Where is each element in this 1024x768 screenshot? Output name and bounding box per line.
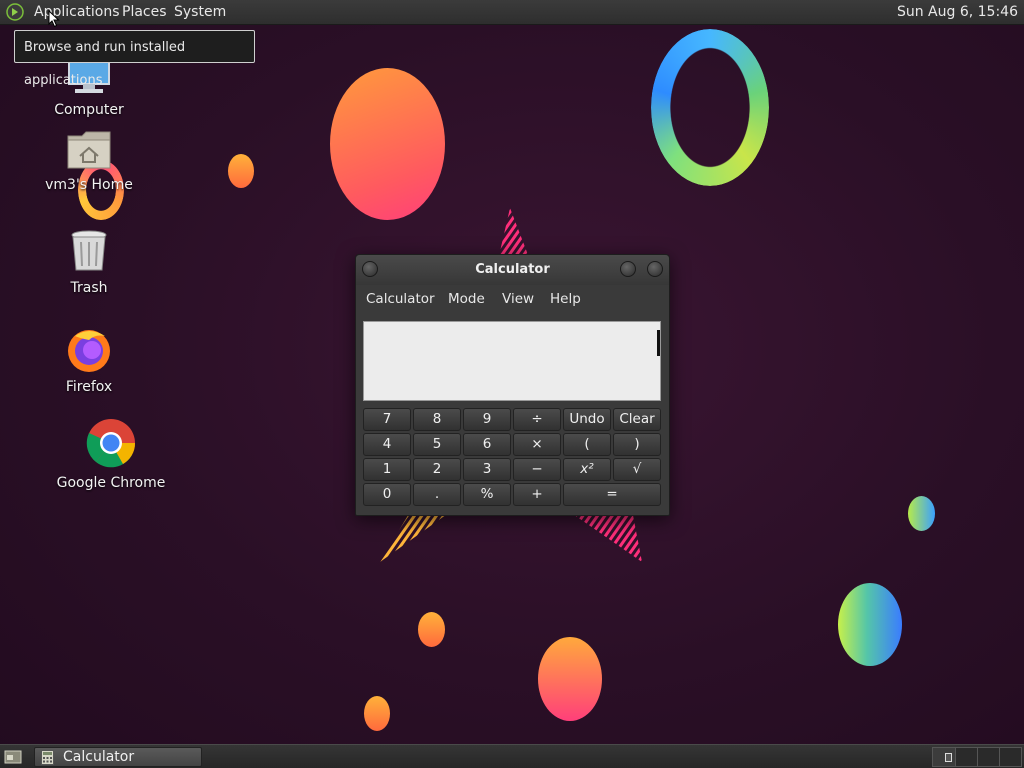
key-7[interactable]: 7	[363, 408, 411, 431]
desktop-icon-home[interactable]: vm3's Home	[44, 130, 134, 193]
key-equals[interactable]: =	[563, 483, 661, 506]
key-3[interactable]: 3	[463, 458, 511, 481]
key-close-paren[interactable]: )	[613, 433, 661, 456]
decor-orange-dot-2	[364, 696, 390, 731]
decor-ring-large	[651, 29, 769, 186]
key-6[interactable]: 6	[463, 433, 511, 456]
close-button[interactable]	[647, 261, 663, 277]
calculator-titlebar[interactable]: Calculator	[356, 255, 669, 285]
applications-tooltip: Browse and run installed applications	[14, 30, 255, 88]
workspace-2[interactable]	[956, 748, 978, 766]
key-add[interactable]: +	[513, 483, 561, 506]
key-sqrt[interactable]: √	[613, 458, 661, 481]
taskbar-item-calculator[interactable]: Calculator	[34, 747, 202, 767]
menu-help[interactable]: Help	[550, 291, 581, 307]
calculator-menubar: Calculator Mode View Help	[356, 287, 669, 313]
menu-system[interactable]: System	[174, 4, 226, 20]
desktop-icon-label: vm3's Home	[45, 177, 133, 193]
key-undo[interactable]: Undo	[563, 408, 611, 431]
key-multiply[interactable]: ×	[513, 433, 561, 456]
menu-calculator[interactable]: Calculator	[366, 291, 435, 307]
calculator-display[interactable]	[363, 321, 661, 401]
menu-mode[interactable]: Mode	[448, 291, 485, 307]
desktop-icon-chrome[interactable]: Google Chrome	[56, 418, 166, 491]
key-1[interactable]: 1	[363, 458, 411, 481]
desktop-icon-trash[interactable]: Trash	[44, 230, 134, 296]
decor-orange-blob-bottom	[538, 637, 602, 721]
show-desktop-icon[interactable]	[4, 749, 22, 765]
minimize-button[interactable]	[620, 261, 636, 277]
desktop-icon-label: Computer	[54, 102, 124, 118]
workspace-1[interactable]	[933, 748, 956, 766]
workspace-4[interactable]	[1000, 748, 1021, 766]
decor-orange-dot-1	[418, 612, 445, 647]
menu-view[interactable]: View	[502, 291, 534, 307]
workspace-window-thumb	[945, 753, 952, 762]
key-square[interactable]: x²	[563, 458, 611, 481]
key-percent[interactable]: %	[463, 483, 511, 506]
workspace-3[interactable]	[978, 748, 1000, 766]
clock[interactable]: Sun Aug 6, 15:46	[897, 4, 1018, 20]
menu-places[interactable]: Places	[122, 4, 167, 20]
home-folder-icon	[67, 131, 111, 169]
key-open-paren[interactable]: (	[563, 433, 611, 456]
key-subtract[interactable]: −	[513, 458, 561, 481]
taskbar-item-label: Calculator	[63, 749, 135, 765]
mouse-cursor-icon	[48, 10, 60, 28]
key-2[interactable]: 2	[413, 458, 461, 481]
decor-orange-blob-small	[228, 154, 254, 188]
top-panel: Applications Places System Sun Aug 6, 15…	[0, 0, 1024, 25]
key-9[interactable]: 9	[463, 408, 511, 431]
desktop-icon-label: Google Chrome	[56, 475, 166, 491]
desktop-icon-firefox[interactable]: Firefox	[44, 326, 134, 395]
key-divide[interactable]: ÷	[513, 408, 561, 431]
key-0[interactable]: 0	[363, 483, 411, 506]
text-caret	[657, 330, 660, 356]
chrome-icon	[86, 419, 136, 468]
decor-green-blob	[908, 496, 935, 531]
applications-logo-icon[interactable]	[6, 3, 24, 21]
desktop-icon-label: Firefox	[65, 379, 113, 395]
key-clear[interactable]: Clear	[613, 408, 661, 431]
key-4[interactable]: 4	[363, 433, 411, 456]
firefox-icon	[68, 330, 110, 372]
key-decimal[interactable]: .	[413, 483, 461, 506]
trash-icon	[71, 230, 107, 271]
bottom-panel: Calculator	[0, 744, 1024, 768]
key-8[interactable]: 8	[413, 408, 461, 431]
decor-green-blob-large	[838, 583, 902, 666]
menu-applications[interactable]: Applications	[34, 4, 120, 20]
decor-orange-blob-large	[330, 68, 445, 220]
calculator-icon	[41, 750, 54, 765]
key-5[interactable]: 5	[413, 433, 461, 456]
workspace-switcher[interactable]	[932, 747, 1022, 767]
calculator-window[interactable]: Calculator Calculator Mode View Help 7 8…	[355, 254, 670, 516]
desktop-icon-label: Trash	[70, 280, 108, 296]
